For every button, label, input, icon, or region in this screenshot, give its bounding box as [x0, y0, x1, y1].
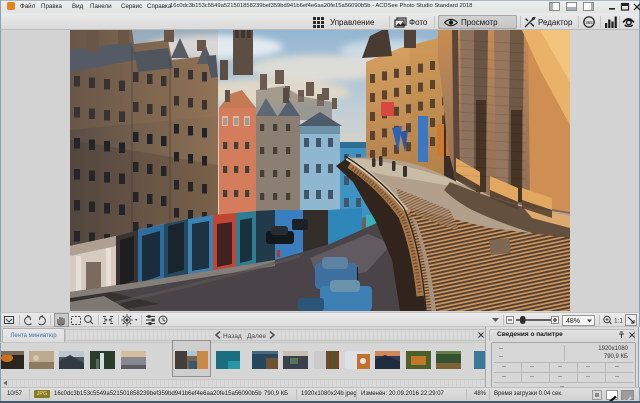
svg-text:365: 365: [585, 20, 593, 25]
svg-text:48%: 48%: [566, 318, 580, 325]
svg-text:Далее: Далее: [247, 333, 266, 340]
svg-text:1:1: 1:1: [614, 318, 623, 325]
svg-text:Назад: Назад: [223, 333, 242, 340]
